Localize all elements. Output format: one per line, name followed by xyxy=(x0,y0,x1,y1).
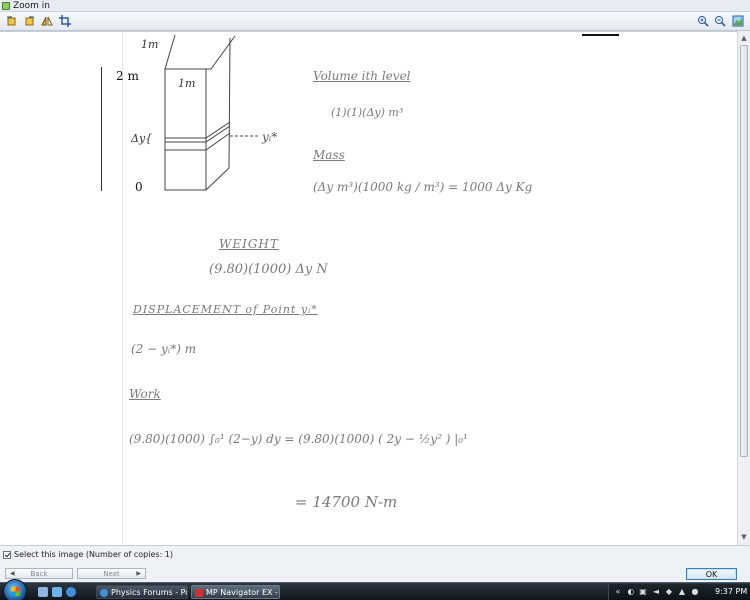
rotate-left-icon[interactable] xyxy=(5,14,19,28)
select-image-checkbox[interactable]: Select this image (Number of copies: 1) xyxy=(3,550,173,559)
headset-icon[interactable]: ◐ xyxy=(627,588,635,596)
taskbar-item-mp-navigator[interactable]: MP Navigator EX - ... xyxy=(191,585,280,599)
scroll-up-icon[interactable]: ▲ xyxy=(738,32,750,44)
image-preview: 2 m 0 1m 1m Δy{ yᵢ* Volume ith level (1)… xyxy=(0,31,737,545)
scroll-thumb[interactable] xyxy=(740,45,748,457)
sketch-slice-label: Δy{ xyxy=(131,132,153,145)
vertical-scrollbar[interactable]: ▲ ▼ xyxy=(737,31,750,545)
tray-arrow-icon[interactable]: « xyxy=(614,588,622,596)
flip-icon[interactable] xyxy=(40,14,54,28)
security-icon[interactable]: ◆ xyxy=(665,588,673,596)
title-bar: Zoom in xyxy=(0,0,750,12)
displacement-expression: (2 − yᵢ*) m xyxy=(131,342,197,356)
chevron-left-icon: ◀ xyxy=(10,570,15,577)
signal-icon[interactable]: ▲ xyxy=(678,588,686,596)
volume-icon[interactable]: ◄ xyxy=(652,588,660,596)
scan-mark xyxy=(582,34,619,36)
mp-navigator-icon xyxy=(195,589,203,597)
volume-heading: Volume ith level xyxy=(313,69,411,83)
select-image-label: Select this image (Number of copies: 1) xyxy=(14,550,174,559)
next-button-label: Next xyxy=(103,569,120,578)
sketch-marker: yᵢ* xyxy=(262,130,278,144)
work-heading: Work xyxy=(129,387,161,401)
work-result: = 14700 N-m xyxy=(295,493,398,511)
browser-icon[interactable] xyxy=(66,587,76,597)
show-desktop-icon[interactable] xyxy=(38,587,48,597)
taskbar: Physics Forums - Po... MP Navigator EX -… xyxy=(0,579,750,600)
rotate-right-icon[interactable] xyxy=(22,14,36,28)
chevron-right-icon: ▶ xyxy=(136,570,141,577)
scroll-down-icon[interactable]: ▼ xyxy=(738,531,750,543)
update-icon[interactable]: ● xyxy=(691,588,699,596)
browser-icon xyxy=(100,589,108,597)
weight-heading: WEIGHT xyxy=(219,237,279,251)
app-icon xyxy=(2,1,10,10)
footer-panel: Select this image (Number of copies: 1) … xyxy=(0,545,750,582)
mass-expression: (Δy m³)(1000 kg / m³) = 1000 Δy Kg xyxy=(313,180,533,194)
network-icon[interactable]: ▣ xyxy=(639,588,647,596)
clock[interactable]: 9:37 PM xyxy=(715,587,747,596)
scale-bar xyxy=(101,67,102,191)
next-button[interactable]: Next ▶ xyxy=(77,568,146,579)
task-label: MP Navigator EX - ... xyxy=(206,587,280,597)
sketch-top-dim: 1m xyxy=(141,38,159,51)
weight-expression: (9.80)(1000) Δy N xyxy=(209,262,328,277)
zoom-out-icon[interactable] xyxy=(713,14,727,28)
taskbar-item-physics-forums[interactable]: Physics Forums - Po... xyxy=(96,585,188,599)
window-switcher-icon[interactable] xyxy=(52,587,62,597)
toolbar xyxy=(0,12,750,31)
back-button[interactable]: ◀ Back xyxy=(5,568,73,579)
zoom-in-icon[interactable] xyxy=(696,14,710,28)
window-title: Zoom in xyxy=(13,0,51,11)
checkbox-check-icon[interactable] xyxy=(3,550,11,559)
fit-image-icon[interactable] xyxy=(731,14,745,28)
ok-button[interactable]: OK xyxy=(686,568,737,580)
task-label: Physics Forums - Po... xyxy=(111,587,187,597)
displacement-heading: DISPLACEMENT of Point yᵢ* xyxy=(133,303,318,316)
crop-icon[interactable] xyxy=(58,14,72,28)
work-expression: (9.80)(1000) ∫₀¹ (2−y) dy = (9.80)(1000)… xyxy=(129,432,468,446)
sketch-front-dim: 1m xyxy=(178,77,196,90)
mass-heading: Mass xyxy=(313,148,345,162)
volume-expression: (1)(1)(Δy) m³ xyxy=(331,106,404,119)
back-button-label: Back xyxy=(30,569,48,578)
start-button[interactable] xyxy=(3,579,27,600)
